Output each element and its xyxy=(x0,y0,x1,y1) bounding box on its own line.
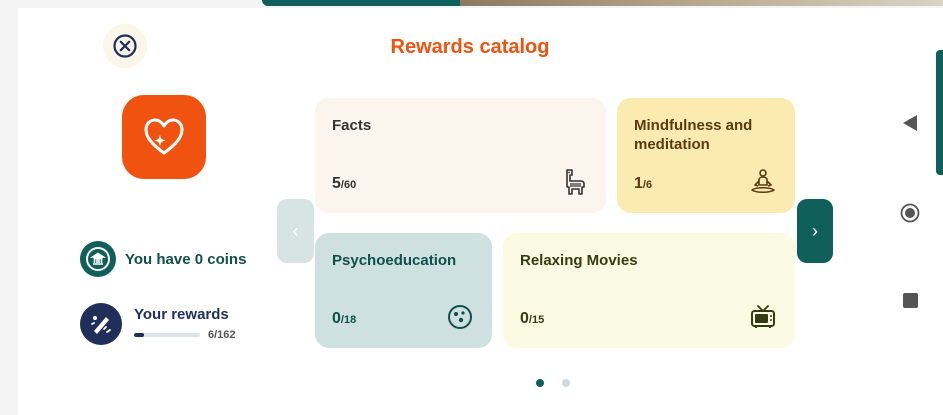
page-dot-1[interactable] xyxy=(536,379,544,387)
category-card-facts[interactable]: Facts 5/60 xyxy=(315,98,606,213)
your-rewards[interactable]: Your rewards 6/162 xyxy=(80,303,236,345)
page-dot-2[interactable] xyxy=(562,379,570,387)
page-title: Rewards catalog xyxy=(390,36,550,58)
close-button[interactable] xyxy=(103,24,147,68)
coins-balance: You have 0 coins xyxy=(80,241,246,277)
card-progress: 5/60 xyxy=(332,175,357,192)
llama-icon xyxy=(566,169,585,195)
bank-coin-icon xyxy=(86,247,110,271)
brain-ball-icon xyxy=(448,305,472,329)
system-recent-button[interactable] xyxy=(903,293,918,308)
tv-icon xyxy=(751,305,775,328)
card-title: Relaxing Movies xyxy=(520,252,638,269)
rewards-badge-icon xyxy=(91,316,111,334)
back-triangle-icon xyxy=(903,115,917,131)
system-back-button[interactable] xyxy=(902,114,918,137)
home-circle-icon xyxy=(900,203,920,223)
category-card-relaxing-movies[interactable]: Relaxing Movies 0/15 xyxy=(503,233,795,348)
system-home-button[interactable] xyxy=(900,203,920,223)
banner-teal-segment xyxy=(262,0,472,6)
carousel-next-button[interactable]: › xyxy=(797,199,833,263)
category-card-mindfulness[interactable]: Mindfulness and meditation 1/6 xyxy=(617,98,795,213)
coin-badge xyxy=(80,241,116,277)
rewards-progress-bar xyxy=(134,333,200,337)
rewards-count: 6/162 xyxy=(208,329,236,341)
card-title: Facts xyxy=(332,117,372,134)
top-banner-strip xyxy=(0,0,943,8)
card-progress: 0/15 xyxy=(520,310,545,327)
rewards-label: Your rewards xyxy=(134,306,229,323)
coins-text: You have 0 coins xyxy=(125,250,247,268)
carousel-prev-button[interactable]: ‹ xyxy=(277,199,314,263)
card-progress: 0/18 xyxy=(332,310,357,327)
meditation-icon xyxy=(751,169,775,194)
heart-tile xyxy=(122,95,206,179)
close-circle-icon xyxy=(113,34,137,58)
category-card-psychoeducation[interactable]: Psychoeducation 0/18 xyxy=(315,233,492,348)
heart-sparkle-icon xyxy=(144,118,184,155)
edge-tab xyxy=(936,50,943,175)
card-title: Psychoeducation xyxy=(332,252,457,269)
rewards-badge xyxy=(80,303,122,345)
card-title: Mindfulness and meditation xyxy=(634,117,753,153)
banner-photo-segment xyxy=(460,0,943,6)
rewards-progress-fill xyxy=(134,333,144,337)
carousel-pagination xyxy=(536,379,570,387)
card-progress: 1/6 xyxy=(634,175,653,192)
